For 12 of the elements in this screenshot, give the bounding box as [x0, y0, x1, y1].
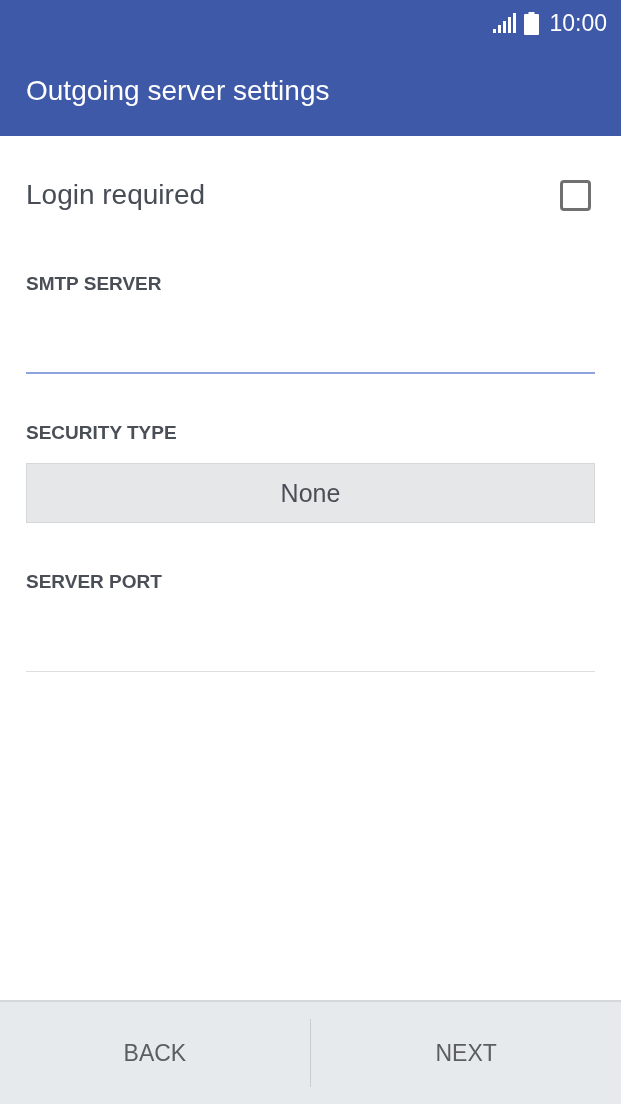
field-label: SECURITY TYPE	[26, 421, 177, 445]
clock-time: 10:00	[549, 10, 607, 36]
field-label: SERVER PORT	[26, 570, 162, 594]
screen-title: Outgoing server settings	[26, 74, 330, 108]
back-button[interactable]: BACK	[0, 1002, 310, 1104]
security-type-dropdown[interactable]: None	[26, 463, 595, 523]
field-label: SMTP SERVER	[26, 272, 162, 296]
battery-icon	[524, 11, 540, 35]
login-required-label: Login required	[26, 178, 206, 212]
login-required-checkbox[interactable]	[560, 179, 591, 211]
signal-icon	[493, 13, 517, 33]
next-button[interactable]: NEXT	[311, 1002, 621, 1104]
